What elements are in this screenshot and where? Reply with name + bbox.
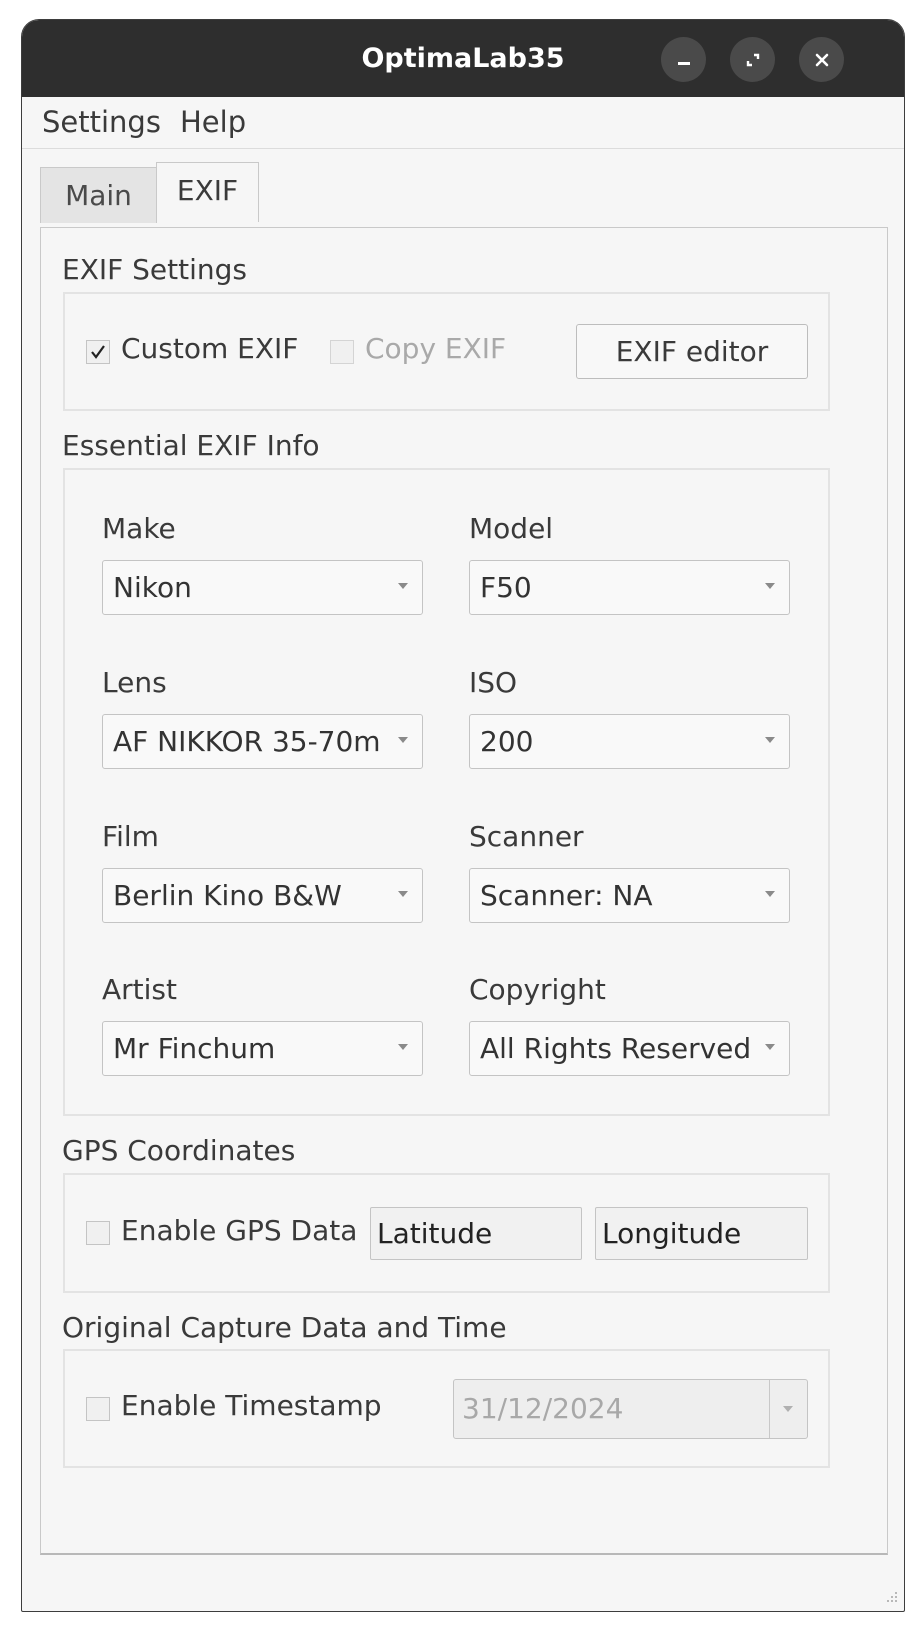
chevron-down-icon bbox=[398, 583, 408, 589]
minimize-icon bbox=[677, 62, 690, 65]
essential-exif-group: Make Nikon Model F50 Lens AF NIKKOR 35-7… bbox=[63, 468, 830, 1116]
film-value: Berlin Kino B&W bbox=[113, 879, 342, 912]
menu-help[interactable]: Help bbox=[180, 97, 246, 148]
film-combobox[interactable]: Berlin Kino B&W bbox=[102, 868, 423, 923]
enable-timestamp-checkbox[interactable] bbox=[86, 1397, 110, 1421]
lens-value: AF NIKKOR 35-70mm bbox=[113, 725, 383, 758]
model-combobox[interactable]: F50 bbox=[469, 560, 790, 615]
copy-exif-label[interactable]: Copy EXIF bbox=[365, 332, 506, 365]
exif-settings-title: EXIF Settings bbox=[62, 253, 247, 286]
chevron-down-icon bbox=[398, 737, 408, 743]
app-window: OptimaLab35 Settings Help Main EXIF EXIF… bbox=[21, 19, 905, 1612]
copyright-value: All Rights Reserved bbox=[480, 1032, 750, 1065]
iso-label: ISO bbox=[469, 666, 518, 699]
timestamp-group: Enable Timestamp 31/12/2024 bbox=[63, 1349, 830, 1468]
timestamp-date-value: 31/12/2024 bbox=[462, 1392, 624, 1425]
make-label: Make bbox=[102, 512, 176, 545]
exif-tab-panel: EXIF Settings Custom EXIF Copy EXIF EXIF… bbox=[40, 227, 888, 1555]
tab-main[interactable]: Main bbox=[40, 167, 157, 223]
menu-bar: Settings Help bbox=[22, 97, 904, 149]
scanner-combobox[interactable]: Scanner: NA bbox=[469, 868, 790, 923]
divider bbox=[769, 1380, 770, 1438]
chevron-down-icon bbox=[765, 737, 775, 743]
longitude-field[interactable] bbox=[596, 1208, 807, 1259]
maximize-icon bbox=[746, 53, 759, 66]
artist-combobox[interactable]: Mr Finchum bbox=[102, 1021, 423, 1076]
chevron-down-icon bbox=[765, 891, 775, 897]
maximize-button[interactable] bbox=[730, 37, 775, 82]
menu-settings[interactable]: Settings bbox=[42, 97, 161, 148]
essential-exif-title: Essential EXIF Info bbox=[62, 429, 320, 462]
tab-exif[interactable]: EXIF bbox=[156, 162, 259, 222]
latitude-field[interactable] bbox=[371, 1208, 581, 1259]
gps-group: Enable GPS Data bbox=[63, 1173, 830, 1293]
copy-exif-checkbox[interactable] bbox=[330, 340, 354, 364]
model-value: F50 bbox=[480, 571, 532, 604]
copyright-label: Copyright bbox=[469, 973, 606, 1006]
latitude-input[interactable] bbox=[370, 1207, 582, 1260]
custom-exif-checkbox[interactable] bbox=[86, 340, 110, 364]
make-combobox[interactable]: Nikon bbox=[102, 560, 423, 615]
longitude-input[interactable] bbox=[595, 1207, 808, 1260]
timestamp-title: Original Capture Data and Time bbox=[62, 1311, 507, 1344]
timestamp-date-edit[interactable]: 31/12/2024 bbox=[453, 1379, 808, 1439]
artist-label: Artist bbox=[102, 973, 177, 1006]
exif-settings-group: Custom EXIF Copy EXIF EXIF editor bbox=[63, 292, 830, 411]
custom-exif-label[interactable]: Custom EXIF bbox=[121, 332, 298, 365]
exif-editor-button[interactable]: EXIF editor bbox=[576, 324, 808, 379]
copyright-combobox[interactable]: All Rights Reserved bbox=[469, 1021, 790, 1076]
iso-combobox[interactable]: 200 bbox=[469, 714, 790, 769]
title-bar[interactable]: OptimaLab35 bbox=[22, 20, 904, 97]
model-label: Model bbox=[469, 512, 554, 545]
checkmark-icon bbox=[91, 345, 105, 359]
enable-gps-checkbox[interactable] bbox=[86, 1221, 110, 1245]
scanner-label: Scanner bbox=[469, 820, 584, 853]
make-value: Nikon bbox=[113, 571, 192, 604]
lens-label: Lens bbox=[102, 666, 167, 699]
minimize-button[interactable] bbox=[661, 37, 706, 82]
chevron-down-icon[interactable] bbox=[783, 1406, 793, 1412]
enable-gps-label[interactable]: Enable GPS Data bbox=[121, 1214, 357, 1247]
resize-grip-icon[interactable] bbox=[882, 1589, 898, 1605]
chevron-down-icon bbox=[398, 1044, 408, 1050]
lens-combobox[interactable]: AF NIKKOR 35-70mm bbox=[102, 714, 423, 769]
chevron-down-icon bbox=[765, 583, 775, 589]
artist-value: Mr Finchum bbox=[113, 1032, 276, 1065]
chevron-down-icon bbox=[398, 891, 408, 897]
chevron-down-icon bbox=[765, 1044, 775, 1050]
close-icon bbox=[815, 53, 828, 66]
enable-timestamp-label[interactable]: Enable Timestamp bbox=[121, 1389, 382, 1422]
close-button[interactable] bbox=[799, 37, 844, 82]
iso-value: 200 bbox=[480, 725, 534, 758]
film-label: Film bbox=[102, 820, 159, 853]
gps-title: GPS Coordinates bbox=[62, 1134, 296, 1167]
scanner-value: Scanner: NA bbox=[480, 879, 653, 912]
